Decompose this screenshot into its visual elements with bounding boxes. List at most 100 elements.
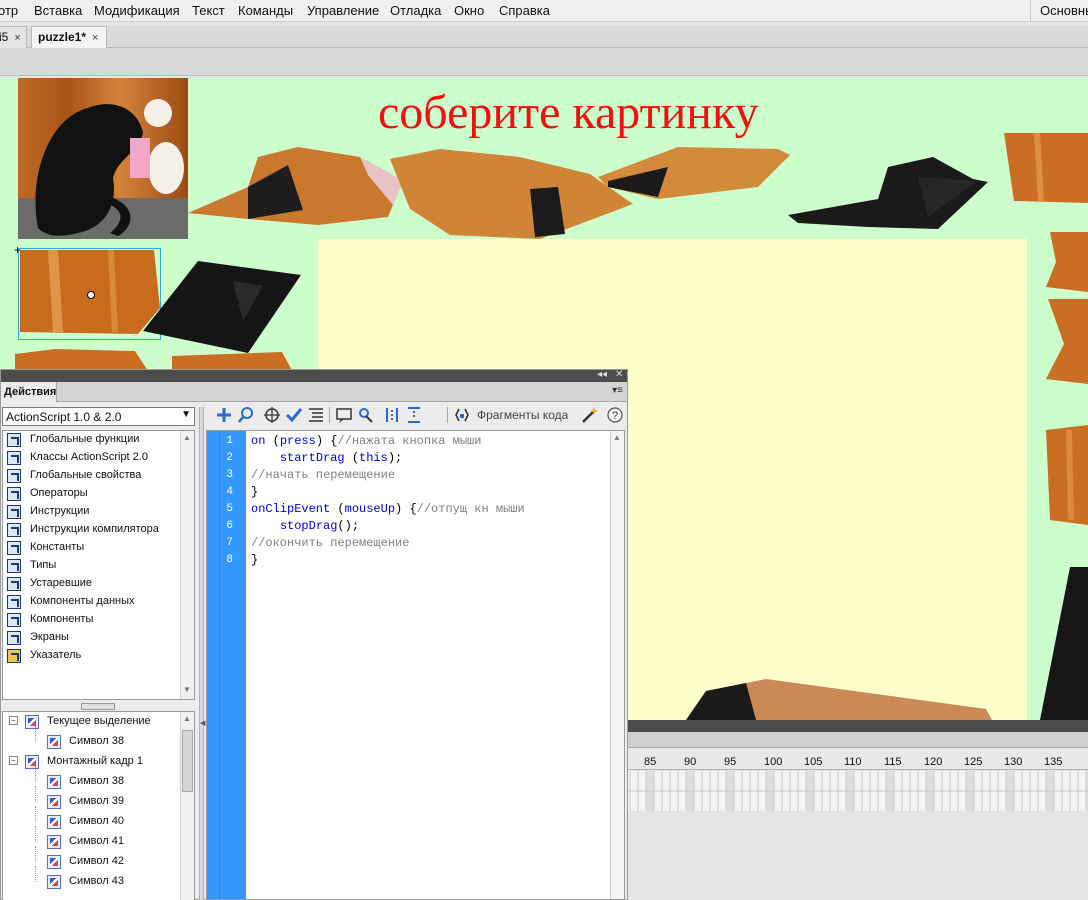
help-icon[interactable]: ?: [606, 406, 624, 424]
timeline-panel: 85 90 95 100 105 110 115 120 125 130 135: [628, 720, 1088, 900]
scroll-down-icon[interactable]: ▼: [183, 685, 191, 694]
frame-number-label: 120: [924, 756, 943, 768]
workspace-switcher[interactable]: Основные: [1030, 0, 1088, 22]
puzzle-piece[interactable]: [1046, 232, 1088, 292]
code-snippets-button[interactable]: Фрагменты кода: [477, 408, 568, 422]
toolbox-category[interactable]: Глобальные свойства: [3, 467, 181, 485]
code-line[interactable]: }: [251, 485, 258, 499]
scroll-thumb[interactable]: [182, 730, 193, 792]
code-line[interactable]: //окончить перемещение: [251, 536, 409, 550]
book-icon: [7, 523, 21, 537]
code-line[interactable]: startDrag (this);: [251, 451, 402, 465]
line-number: 3: [226, 469, 233, 481]
insert-target-path-icon[interactable]: [263, 406, 281, 424]
scroll-up-icon[interactable]: ▲: [183, 433, 191, 442]
show-code-hint-icon[interactable]: [335, 406, 353, 424]
toolbox-category[interactable]: Указатель: [3, 647, 181, 665]
movieclip-symbol-icon: [47, 735, 61, 749]
snippets-icon[interactable]: [453, 406, 471, 424]
close-icon[interactable]: ✕: [615, 369, 623, 380]
collapse-toggle-icon[interactable]: −: [9, 756, 18, 765]
navigator-item-symbol[interactable]: Символ 43: [3, 866, 181, 892]
collapse-between-braces-icon[interactable]: [383, 406, 401, 424]
code-line[interactable]: onClipEvent (mouseUp) {//отпущ кн мыши: [251, 502, 525, 516]
toolbox-category[interactable]: Константы: [3, 539, 181, 557]
toolbox-category[interactable]: Экраны: [3, 629, 181, 647]
script-editor[interactable]: 12345678 on (press) {//нажата кнопка мыш…: [206, 430, 625, 900]
puzzle-piece[interactable]: [1046, 299, 1088, 384]
tab-actions[interactable]: Действия: [1, 382, 57, 402]
language-select[interactable]: ActionScript 1.0 & 2.0 ▼: [2, 407, 195, 426]
scroll-up-icon[interactable]: ▲: [183, 714, 191, 723]
puzzle-piece[interactable]: [788, 157, 988, 232]
menu-item-help[interactable]: Справка: [499, 3, 550, 18]
reference-photo[interactable]: [18, 78, 188, 239]
toolbox-category[interactable]: Устаревшие: [3, 575, 181, 593]
navigator-item-symbol[interactable]: Символ 40: [3, 806, 181, 832]
puzzle-piece[interactable]: [1046, 425, 1088, 525]
timeline-ruler[interactable]: 85 90 95 100 105 110 115 120 125 130 135: [628, 748, 1088, 770]
tree-line: [35, 866, 36, 882]
code-line[interactable]: on (press) {//нажата кнопка мыши: [251, 434, 481, 448]
navigator-item-symbol[interactable]: Символ 38: [3, 726, 181, 752]
timeline-frames[interactable]: [628, 771, 1088, 811]
puzzle-piece[interactable]: [1004, 133, 1088, 203]
add-statement-icon[interactable]: [215, 406, 233, 424]
collapse-panel-icon[interactable]: ◂◂: [597, 369, 607, 380]
stage-title-text[interactable]: соберите картинку: [378, 85, 759, 140]
puzzle-piece[interactable]: [598, 147, 793, 217]
editor-scrollbar[interactable]: ▲: [610, 431, 624, 899]
toolbox-category[interactable]: Типы: [3, 557, 181, 575]
check-syntax-icon[interactable]: [285, 406, 303, 424]
collapse-toggle-icon[interactable]: −: [9, 716, 18, 725]
document-tab-active[interactable]: puzzle1* ×: [31, 26, 107, 48]
navigator-scrollbar[interactable]: ▲: [180, 712, 194, 900]
wizard-icon[interactable]: [580, 406, 598, 424]
navigator-item-symbol[interactable]: Символ 38: [3, 766, 181, 792]
panel-menu-icon[interactable]: ▾≡: [612, 385, 623, 396]
navigator-item-symbol[interactable]: Символ 42: [3, 846, 181, 872]
puzzle-piece[interactable]: [143, 261, 305, 353]
collapse-selection-icon[interactable]: [405, 406, 423, 424]
close-icon[interactable]: ×: [14, 32, 20, 44]
navigator-item-group[interactable]: − Текущее выделение: [3, 712, 181, 732]
puzzle-piece[interactable]: [686, 679, 992, 720]
menu-item-view[interactable]: отр: [0, 3, 18, 18]
close-icon[interactable]: ×: [92, 32, 98, 44]
code-line[interactable]: }: [251, 553, 258, 567]
toolbox-splitter-handle[interactable]: [81, 703, 115, 710]
scroll-up-icon[interactable]: ▲: [613, 433, 621, 442]
toolbox-category-label: Устаревшие: [30, 577, 92, 589]
menu-item-text[interactable]: Текст: [192, 3, 225, 18]
code-line[interactable]: stopDrag();: [251, 519, 359, 533]
toolbox-scrollbar[interactable]: ▲ ▼: [180, 431, 194, 699]
code-line[interactable]: //начать перемещение: [251, 468, 395, 482]
selected-puzzle-piece[interactable]: [18, 248, 163, 343]
puzzle-piece[interactable]: [188, 135, 418, 225]
toolbox-category[interactable]: Инструкции: [3, 503, 181, 521]
auto-format-icon[interactable]: [307, 406, 325, 424]
toolbox-category[interactable]: Компоненты данных: [3, 593, 181, 611]
panel-divider[interactable]: ◀: [199, 407, 205, 900]
puzzle-piece[interactable]: [1040, 567, 1088, 720]
toolbox-category[interactable]: Классы ActionScript 2.0: [3, 449, 181, 467]
navigator-item-symbol[interactable]: Символ 41: [3, 826, 181, 852]
frame-number-label: 125: [964, 756, 983, 768]
navigator-item-group[interactable]: − Монтажный кадр 1: [3, 752, 181, 772]
menu-item-control[interactable]: Управление: [307, 3, 379, 18]
document-tab[interactable]: i5 ×: [0, 26, 27, 48]
find-icon[interactable]: [237, 406, 255, 424]
menu-item-debug[interactable]: Отладка: [390, 3, 441, 18]
toolbox-category[interactable]: Глобальные функции: [3, 431, 181, 449]
navigator-item-symbol[interactable]: Символ 39: [3, 786, 181, 812]
menu-item-insert[interactable]: Вставка: [34, 3, 82, 18]
toolbox-category[interactable]: Компоненты: [3, 611, 181, 629]
toolbox-category[interactable]: Операторы: [3, 485, 181, 503]
menu-item-modify[interactable]: Модификация: [94, 3, 180, 18]
debug-options-icon[interactable]: [357, 406, 375, 424]
book-icon: [7, 631, 21, 645]
toolbox-category[interactable]: Инструкции компилятора: [3, 521, 181, 539]
actions-toolbox: Глобальные функции Классы ActionScript 2.…: [2, 430, 195, 700]
menu-item-commands[interactable]: Команды: [238, 3, 293, 18]
menu-item-window[interactable]: Окно: [454, 3, 484, 18]
